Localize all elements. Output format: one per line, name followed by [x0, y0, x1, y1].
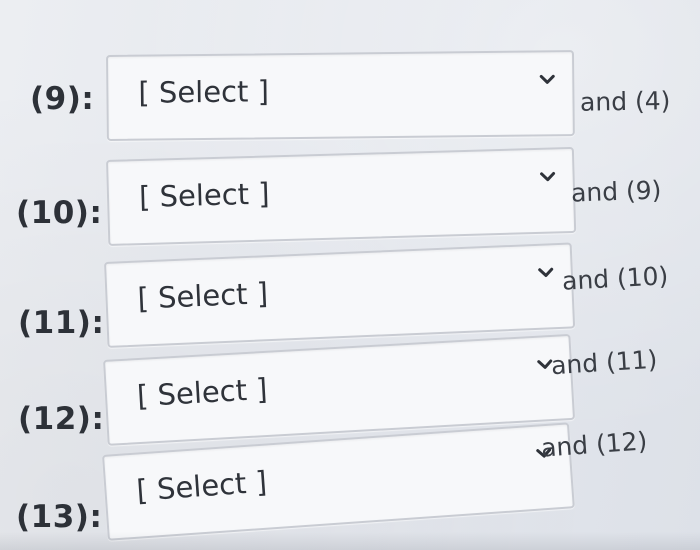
- suffix-text-10: and (9): [570, 175, 662, 208]
- select-value-9: [ Select ]: [138, 74, 270, 110]
- select-value-12: [ Select ]: [136, 371, 269, 414]
- select-value-13: [ Select ]: [135, 464, 268, 508]
- suffix-text-9: and (4): [579, 86, 671, 117]
- page-edge: [0, 532, 700, 550]
- chevron-down-icon: [537, 265, 556, 280]
- row-label-13: (13):: [16, 499, 103, 535]
- suffix-text-11: and (10): [561, 261, 669, 296]
- row-label-12: (12):: [18, 401, 105, 437]
- select-dropdown-9[interactable]: [ Select ]: [106, 50, 575, 141]
- chevron-down-icon: [538, 72, 556, 86]
- row-label-11: (11):: [18, 305, 105, 341]
- select-dropdown-10[interactable]: [ Select ]: [106, 146, 577, 246]
- row-label-10: (10):: [16, 195, 103, 231]
- select-value-11: [ Select ]: [136, 276, 269, 316]
- suffix-text-13: and (12): [540, 426, 649, 463]
- suffix-text-12: and (11): [550, 344, 659, 381]
- select-value-10: [ Select ]: [138, 176, 271, 215]
- select-dropdown-11[interactable]: [ Select ]: [104, 242, 576, 348]
- chevron-down-icon: [538, 169, 556, 183]
- row-label-9: (9):: [30, 81, 95, 117]
